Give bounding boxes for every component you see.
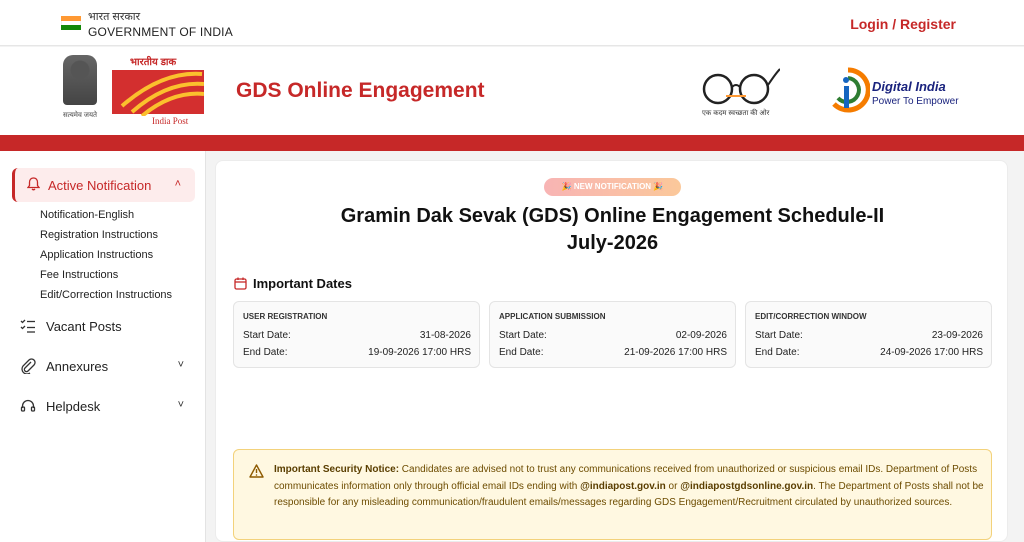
digital-india-title: Digital India xyxy=(872,79,946,94)
security-notice: Important Security Notice: Candidates ar… xyxy=(233,449,992,540)
india-flag-icon xyxy=(61,16,81,30)
swachh-caption: एक कदम स्वच्छता की ओर xyxy=(702,110,770,117)
paperclip-icon xyxy=(21,358,36,374)
end-date-value: 24-09-2026 17:00 HRS xyxy=(880,347,983,358)
important-dates-label: Important Dates xyxy=(253,276,352,291)
security-notice-text: Important Security Notice: Candidates ar… xyxy=(274,462,986,512)
notification-card: 🎉 NEW NOTIFICATION 🎉 Gramin Dak Sevak (G… xyxy=(215,160,1008,542)
notice-text-part2: or xyxy=(665,480,681,492)
start-date-value: 31-08-2026 xyxy=(419,330,471,341)
end-date-label: End Date: xyxy=(755,347,800,358)
sidebar-subitem-notification-english[interactable]: Notification-English xyxy=(40,209,134,221)
sidebar-subitem-registration-instructions[interactable]: Registration Instructions xyxy=(40,229,158,241)
site-header: सत्यमेव जयते भारतीय डाक India Post GDS O… xyxy=(0,47,1024,135)
sidebar-item-active-notification[interactable]: Active Notification ˄ xyxy=(12,168,195,202)
date-box-heading: EDIT/CORRECTION WINDOW xyxy=(755,312,867,321)
sidebar-item-label: Helpdesk xyxy=(46,399,101,414)
sidebar-item-label: Annexures xyxy=(46,359,109,374)
digital-india-mark-icon xyxy=(832,67,871,113)
security-notice-heading: Important Security Notice: xyxy=(274,464,400,475)
headset-icon xyxy=(20,399,36,412)
glasses-icon xyxy=(702,68,781,105)
india-post-logo[interactable]: भारतीय डाक India Post xyxy=(112,54,204,132)
start-date-label: Start Date: xyxy=(243,330,291,341)
date-box-application-submission: APPLICATION SUBMISSION Start Date: 02-09… xyxy=(489,301,736,368)
gov-hindi-label: भारत सरकार xyxy=(88,11,141,23)
start-date-value: 23-09-2026 xyxy=(931,330,983,341)
sidebar-item-helpdesk[interactable]: Helpdesk ˅ xyxy=(20,395,190,419)
page-title-line2: July-2026 xyxy=(566,232,659,254)
start-date-label: Start Date: xyxy=(499,330,547,341)
digital-india-tagline: Power To Empower xyxy=(872,96,959,107)
official-email-domain-2: @indiapostgdsonline.gov.in xyxy=(680,480,814,492)
date-box-heading: APPLICATION SUBMISSION xyxy=(499,312,606,321)
start-date-label: Start Date: xyxy=(755,330,803,341)
date-box-edit-correction-window: EDIT/CORRECTION WINDOW Start Date: 23-09… xyxy=(745,301,992,368)
start-date-value: 02-09-2026 xyxy=(675,330,727,341)
digital-india-logo: Digital India Power To Empower xyxy=(826,64,966,120)
list-icon xyxy=(20,319,35,333)
india-post-english: India Post xyxy=(152,116,189,126)
end-date-value: 19-09-2026 17:00 HRS xyxy=(368,347,471,358)
bell-icon xyxy=(27,177,40,191)
header-red-band xyxy=(0,135,1024,151)
date-box-user-registration: USER REGISTRATION Start Date: 31-08-2026… xyxy=(233,301,480,368)
page-title: Gramin Dak Sevak (GDS) Online Engagement… xyxy=(340,205,885,227)
gov-english-label: GOVERNMENT OF INDIA xyxy=(88,25,233,39)
swachh-bharat-logo: एक कदम स्वच्छता की ओर xyxy=(698,65,781,121)
sidebar-subitem-fee-instructions[interactable]: Fee Instructions xyxy=(40,269,118,281)
chevron-down-icon[interactable]: ˅ xyxy=(178,399,184,411)
sidebar-item-label: Active Notification xyxy=(48,178,152,193)
sidebar-item-vacant-posts[interactable]: Vacant Posts xyxy=(20,315,190,339)
end-date-label: End Date: xyxy=(499,347,544,358)
end-date-label: End Date: xyxy=(243,347,288,358)
chevron-down-icon[interactable]: ˅ xyxy=(178,359,184,371)
chevron-up-icon[interactable]: ˄ xyxy=(175,178,181,190)
sidebar-subitem-edit-correction-instructions[interactable]: Edit/Correction Instructions xyxy=(40,289,172,301)
calendar-icon xyxy=(234,277,247,290)
date-box-heading: USER REGISTRATION xyxy=(243,312,328,321)
sidebar-subitem-application-instructions[interactable]: Application Instructions xyxy=(40,249,153,261)
login-register-link[interactable]: Login / Register xyxy=(850,16,956,32)
sidebar-item-annexures[interactable]: Annexures ˅ xyxy=(20,355,190,379)
end-date-value: 21-09-2026 17:00 HRS xyxy=(624,347,727,358)
new-notification-badge: 🎉 NEW NOTIFICATION 🎉 xyxy=(544,178,681,196)
emblem-caption: सत्यमेव जयते xyxy=(62,112,98,119)
national-emblem-logo: सत्यमेव जयते xyxy=(58,55,102,131)
site-title: GDS Online Engagement xyxy=(236,79,485,102)
sidebar: Active Notification ˄ Notification-Engli… xyxy=(0,151,206,542)
warning-icon xyxy=(249,464,264,478)
top-bar: भारत सरकार GOVERNMENT OF INDIA Login / R… xyxy=(0,0,1024,46)
india-post-swoosh-icon xyxy=(120,71,204,116)
sidebar-item-label: Vacant Posts xyxy=(46,319,122,334)
official-email-domain-1: @indiapost.gov.in xyxy=(580,480,666,492)
